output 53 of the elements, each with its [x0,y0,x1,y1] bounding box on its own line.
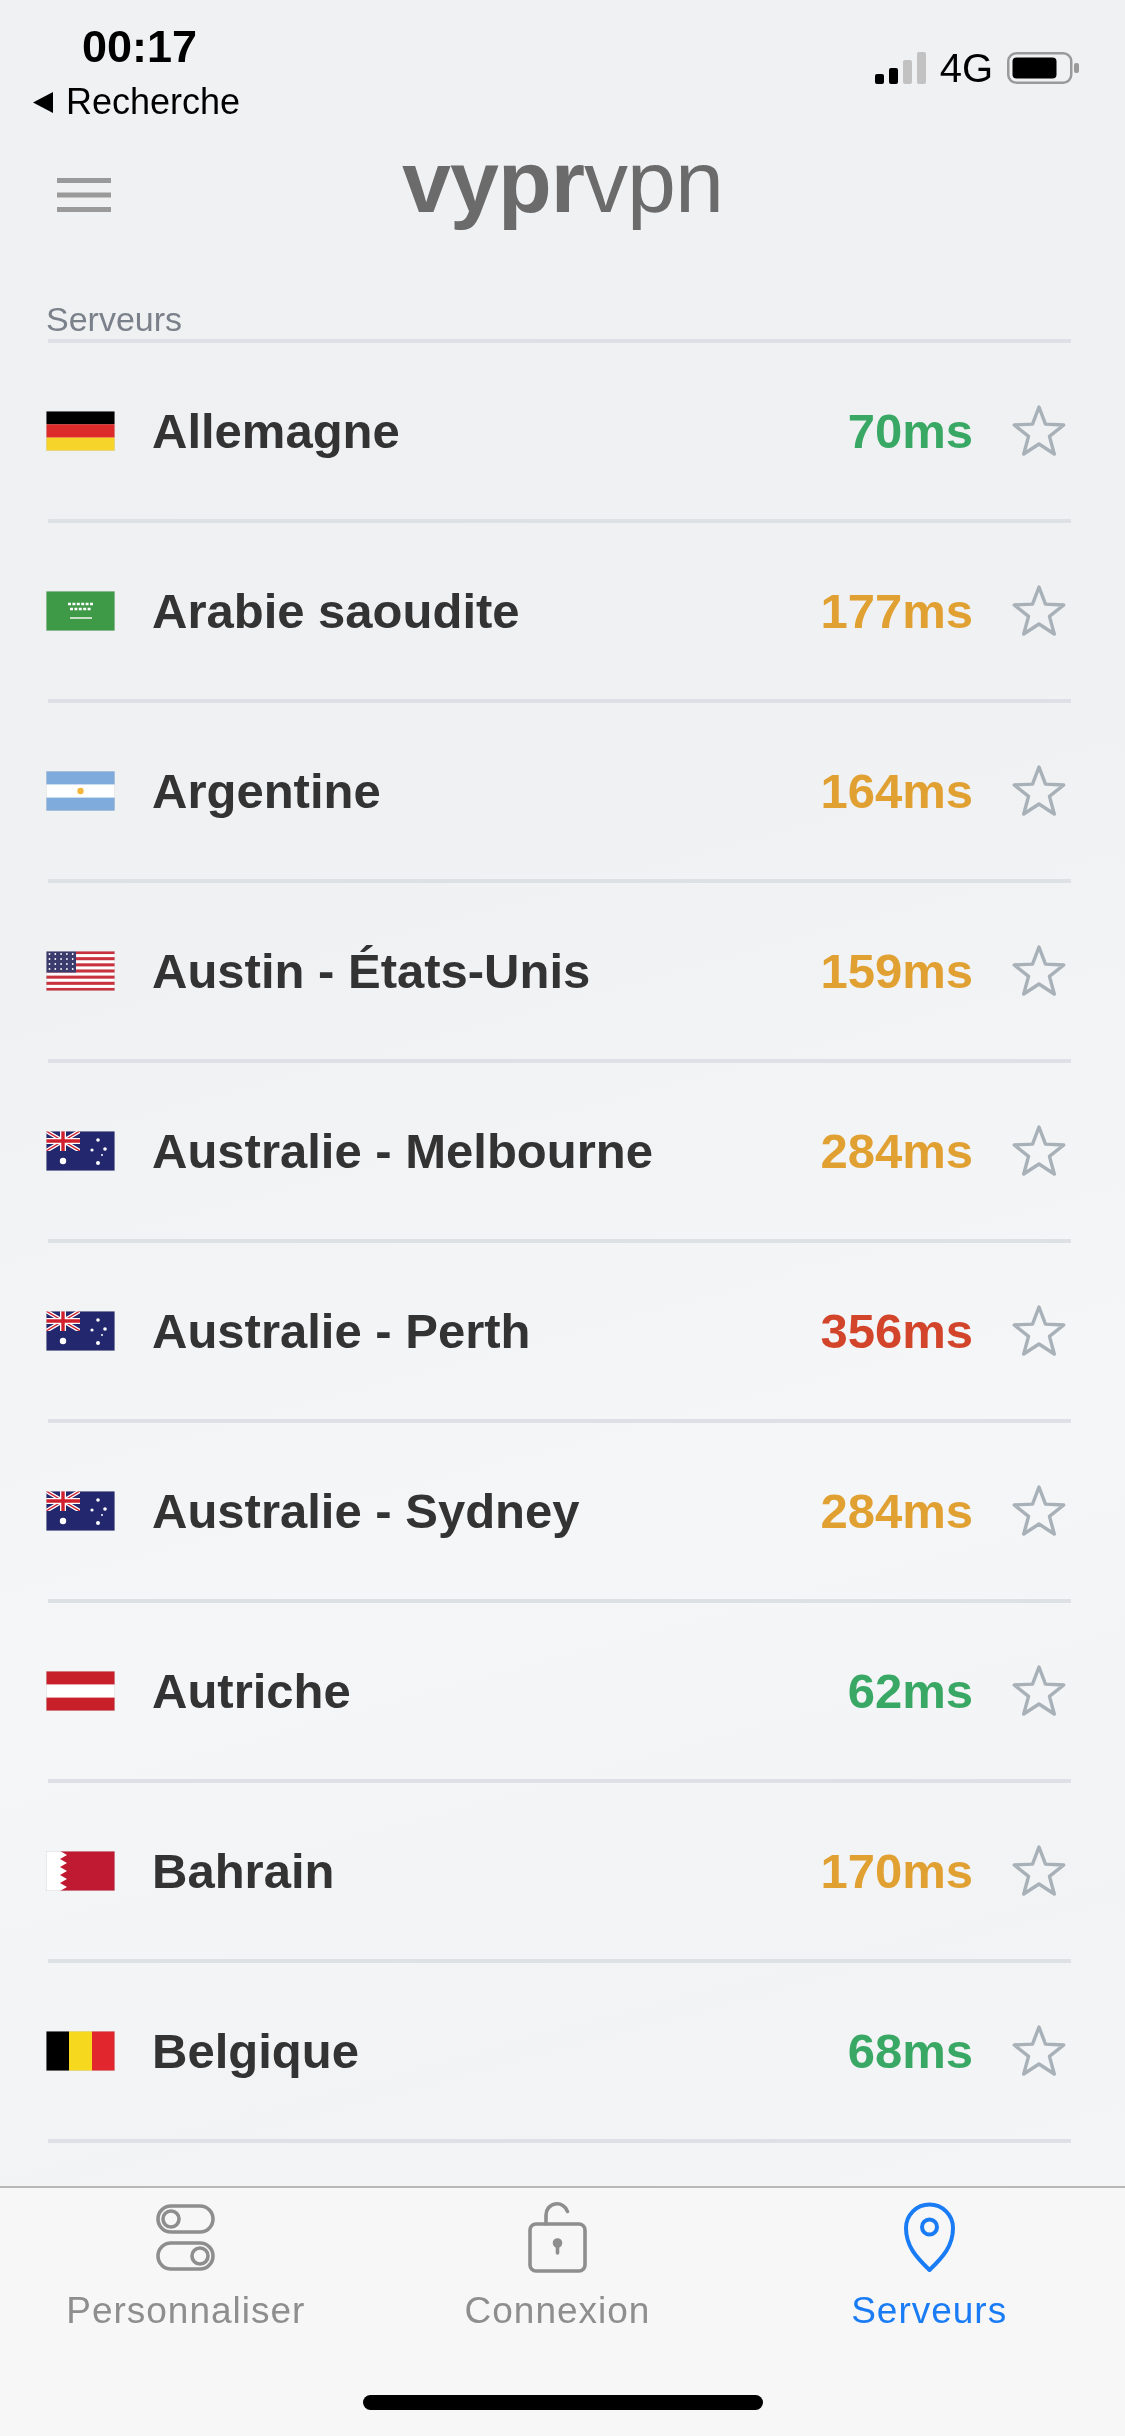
flag-icon [46,1671,115,1711]
star-icon[interactable] [1012,2025,1066,2077]
flag-icon [46,591,115,631]
server-name[interactable]: Arabie saoudite [152,584,520,638]
home-indicator[interactable] [362,2395,763,2410]
star-icon[interactable] [1012,945,1066,997]
padlock-icon [528,2201,587,2273]
flag-icon [46,1131,115,1171]
ping-time: 70ms [847,403,973,460]
ping-time: 164ms [820,763,973,820]
flag-icon [46,951,115,991]
star-icon[interactable] [1012,1125,1066,1177]
ping-time: 62ms [847,1663,973,1720]
server-name[interactable]: Austin - États-Unis [152,944,591,998]
server-name[interactable]: Australie - Perth [152,1304,531,1358]
ping-time: 284ms [820,1483,973,1540]
network-type: 4G [939,52,993,84]
ping-time: 68ms [847,2023,973,2080]
back-link[interactable]: Recherche [33,82,241,122]
star-icon[interactable] [1012,405,1066,457]
star-icon[interactable] [1012,1485,1066,1537]
ping-time: 177ms [820,583,973,640]
tab[interactable]: Serveurs [851,2201,1008,2333]
flag-icon [46,1491,115,1531]
menu-icon[interactable] [57,178,111,212]
flag-icon [46,771,115,811]
star-icon[interactable] [1012,765,1066,817]
flag-icon [46,1851,115,1891]
battery-icon [1007,52,1079,84]
ping-time: 170ms [820,1843,973,1900]
server-name[interactable]: Allemagne [152,404,400,458]
server-name[interactable]: Australie - Sydney [152,1484,580,1538]
server-name[interactable]: Argentine [152,764,381,818]
signal-icon [874,52,926,84]
back-triangle-icon [33,91,53,113]
flag-icon [46,1311,115,1351]
star-icon[interactable] [1012,1305,1066,1357]
map-pin-icon [902,2201,956,2273]
ping-time: 159ms [820,943,973,1000]
star-icon[interactable] [1012,1845,1066,1897]
server-name[interactable]: Bahrain [152,1844,335,1898]
server-name[interactable]: Belgique [152,2024,359,2078]
ping-time: 356ms [820,1303,973,1360]
star-icon[interactable] [1012,585,1066,637]
ping-time: 284ms [820,1123,973,1180]
flag-icon [46,411,115,451]
star-icon[interactable] [1012,1665,1066,1717]
flag-icon [46,2031,115,2071]
section-title: Serveurs [46,299,183,339]
server-name[interactable]: Autriche [152,1664,351,1718]
toggle-switches-icon [156,2204,216,2271]
status-time: 00:17 [82,24,198,70]
server-name[interactable]: Australie - Melbourne [152,1124,653,1178]
